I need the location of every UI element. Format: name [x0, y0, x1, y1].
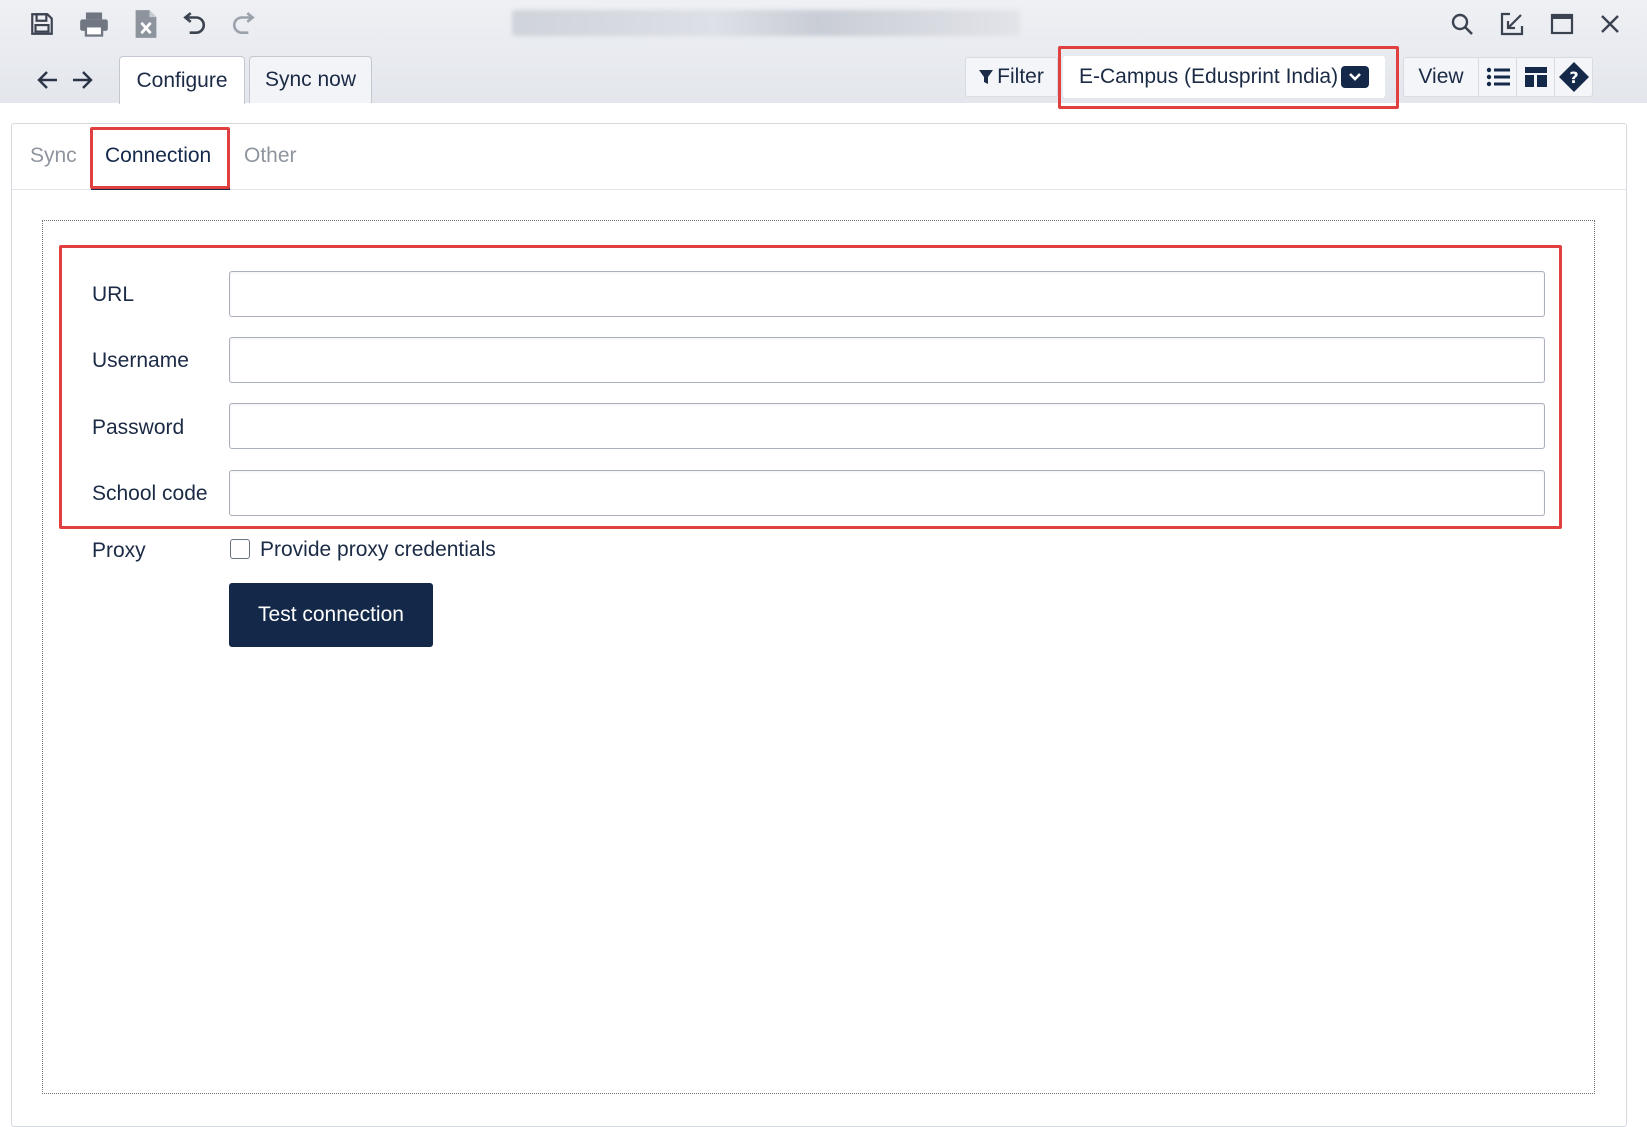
subtab-connection[interactable]: Connection [105, 144, 211, 168]
tab-configure[interactable]: Configure [119, 56, 245, 104]
view-label: View [1418, 65, 1464, 88]
username-input[interactable] [229, 337, 1545, 383]
save-icon[interactable] [24, 6, 60, 42]
app-header: Configure Sync now Filter E-Campus (Edus… [0, 0, 1647, 104]
undo-icon[interactable] [176, 6, 212, 42]
redo-icon[interactable] [226, 6, 262, 42]
filter-label: Filter [997, 65, 1044, 88]
url-input[interactable] [229, 271, 1545, 317]
source-select[interactable]: E-Campus (Edusprint India) [1063, 56, 1385, 98]
close-icon[interactable] [1592, 6, 1628, 42]
view-button[interactable]: View [1403, 57, 1479, 97]
arrow-right-icon[interactable] [66, 64, 98, 96]
print-icon[interactable] [76, 6, 112, 42]
test-connection-button[interactable]: Test connection [229, 583, 433, 647]
export-excel-icon[interactable] [128, 6, 164, 42]
school-code-input[interactable] [229, 470, 1545, 516]
username-label: Username [92, 349, 189, 372]
help-icon[interactable]: ? [1555, 57, 1593, 97]
svg-text:?: ? [1569, 68, 1578, 87]
layout-icon[interactable] [1517, 57, 1555, 97]
maximize-icon[interactable] [1544, 6, 1580, 42]
password-label: Password [92, 416, 185, 439]
search-icon[interactable] [1444, 6, 1480, 42]
arrow-left-icon[interactable] [32, 64, 64, 96]
proxy-checkbox-label[interactable]: Provide proxy credentials [260, 538, 496, 562]
window-title [512, 10, 1020, 36]
subtab-sync[interactable]: Sync [30, 144, 77, 168]
source-select-value: E-Campus (Edusprint India) [1079, 65, 1339, 88]
tab-sync-now[interactable]: Sync now [249, 56, 372, 103]
sub-tab-bar: Sync Connection Other [12, 124, 1626, 190]
proxy-checkbox[interactable] [230, 539, 250, 559]
popout-icon[interactable] [1494, 6, 1530, 42]
chevron-down-icon[interactable] [1341, 66, 1369, 88]
list-view-icon[interactable] [1479, 57, 1517, 97]
filter-icon [979, 70, 994, 84]
password-input[interactable] [229, 403, 1545, 449]
proxy-label: Proxy [92, 539, 146, 562]
subtab-other[interactable]: Other [244, 144, 297, 168]
active-tab-indicator [91, 186, 230, 190]
url-label: URL [92, 283, 135, 306]
school-code-label: School code [92, 482, 208, 505]
filter-button[interactable]: Filter [965, 57, 1058, 97]
